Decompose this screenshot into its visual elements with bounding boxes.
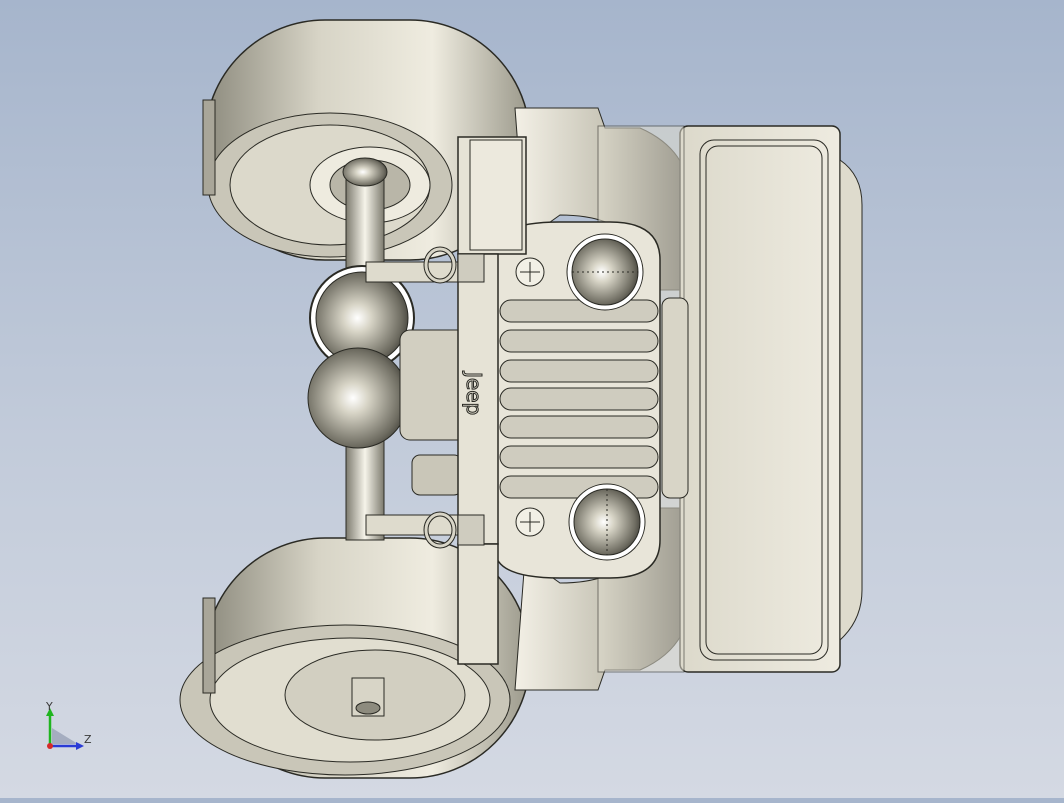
cad-3d-viewport[interactable]: Jeep [0,0,1064,798]
coordinate-triad: Y Z [40,700,100,756]
grille-slots [499,299,659,499]
lower-turn-signal [515,507,545,537]
jeep-model-render: Jeep [179,19,863,779]
grille-logo-text: Jeep [462,370,486,415]
lower-headlight [568,483,646,561]
triad-z-label: Z [84,733,92,746]
upper-headlight [566,233,644,311]
upper-turn-signal [515,257,545,287]
triad-y-label: Y [46,700,53,713]
